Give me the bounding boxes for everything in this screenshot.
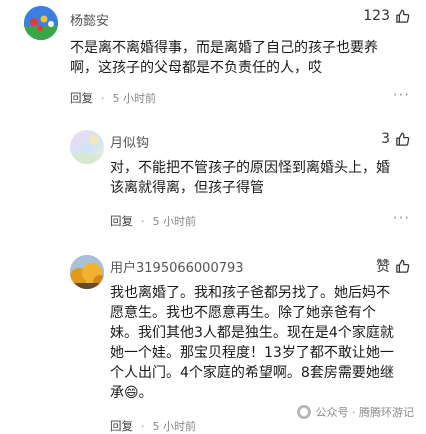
- wechat-logo-icon: [296, 405, 311, 419]
- dot-separator: ·: [101, 91, 105, 105]
- comment-text-line: 对，不能把不管孩子的原因怪到离婚头上，婚: [110, 160, 390, 176]
- comment-text: 不是离不离婚得事，而是离婚了自己的孩子也要养 啊，这孩子的父母都是不负责任的人，…: [70, 38, 378, 78]
- comment-meta: 回复 · 5 小时前: [70, 90, 156, 106]
- username[interactable]: 用户3195066000793: [110, 257, 244, 276]
- like-label: 赞: [376, 259, 390, 275]
- timestamp: 5 小时前: [112, 92, 157, 105]
- comment-meta: 回复 · 5 小时前: [110, 213, 196, 229]
- avatar-image: [24, 6, 58, 40]
- watermark: 公众号 · 腾腾环游记: [296, 404, 415, 420]
- avatar-image: [70, 255, 104, 289]
- like-count: 123: [363, 8, 390, 24]
- watermark-text: 公众号 · 腾腾环游记: [315, 406, 415, 419]
- username[interactable]: 月似钩: [110, 132, 149, 151]
- comment-text-line: 我也离婚了。我和孩子爸都另找了。她后妈不: [110, 285, 390, 301]
- timestamp: 5 小时前: [152, 215, 197, 228]
- more-options-icon[interactable]: ···: [393, 209, 410, 227]
- comment-text: 我也离婚了。我和孩子爸都另找了。她后妈不 愿意生。我也不愿意再生。除了她亲爸有个…: [110, 283, 394, 403]
- comment-text-line: 愿意生。我也不愿意再生。除了她亲爸有个: [110, 305, 376, 321]
- dot-separator: ·: [141, 214, 145, 228]
- comment-text: 对，不能把不管孩子的原因怪到离婚头上，婚 该离就得离，但孩子得管: [110, 158, 390, 198]
- comment-text-line: 妹。我们其他3人都是独生。现在是4个家庭就: [110, 325, 394, 341]
- like-button[interactable]: 3: [381, 131, 410, 147]
- comment-text-line: 承😄。: [110, 385, 153, 401]
- timestamp: 5 小时前: [152, 420, 197, 433]
- dot-separator: ·: [141, 419, 145, 433]
- comment-text-line: 该离就得离，但孩子得管: [110, 180, 264, 196]
- more-options-icon[interactable]: ···: [393, 86, 410, 104]
- like-count: 3: [381, 131, 390, 147]
- like-button[interactable]: 123: [363, 8, 410, 24]
- reply-button[interactable]: 回复: [110, 213, 133, 229]
- thumbs-up-icon: [396, 132, 410, 146]
- comment-text-line: 不是离不离婚得事，而是离婚了自己的孩子也要养: [70, 40, 378, 56]
- reply-button[interactable]: 回复: [70, 90, 93, 106]
- thumbs-up-icon: [396, 9, 410, 23]
- comment-text-line: 她一个娃。那宝贝程度！13岁了都不敢让她一: [110, 345, 394, 361]
- avatar-image: [70, 135, 104, 164]
- avatar[interactable]: [70, 130, 104, 164]
- reply-button[interactable]: 回复: [110, 418, 133, 434]
- avatar[interactable]: [24, 6, 58, 40]
- thumbs-up-icon: [396, 259, 410, 273]
- avatar[interactable]: [70, 255, 104, 289]
- comment-text-line: 个人出门。4个家庭的希望啊。8套房需要她继: [110, 365, 394, 381]
- username[interactable]: 杨懿安: [70, 10, 109, 29]
- comment-meta: 回复 · 5 小时前: [110, 418, 196, 434]
- like-button[interactable]: 赞: [376, 256, 410, 276]
- comment-text-line: 啊，这孩子的父母都是不负责任的人，哎: [70, 60, 322, 76]
